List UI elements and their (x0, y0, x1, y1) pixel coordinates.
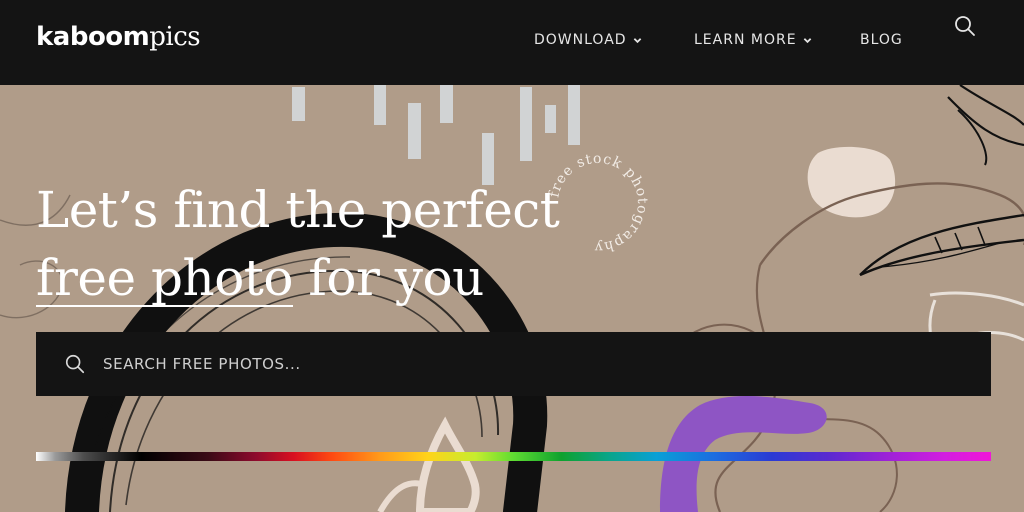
logo-bold-text: kaboom (36, 22, 150, 52)
search-icon (65, 354, 85, 374)
headline-rest: for you (293, 249, 484, 307)
nav-download-label: DOWNLOAD (534, 32, 627, 48)
headline-line-1: Let’s find the perfect (36, 181, 560, 239)
logo-thin-text: pics (149, 22, 201, 52)
nav-learn-more[interactable]: LEARN MORE (694, 32, 812, 48)
nav-learn-more-label: LEARN MORE (694, 32, 797, 48)
nav-blog[interactable]: BLOG (860, 32, 903, 48)
kaboompics-logo[interactable]: kaboompics (36, 22, 201, 52)
top-navbar: kaboompics DOWNLOAD LEARN MORE BLOG (0, 0, 1024, 85)
color-filter-bar[interactable] (36, 452, 991, 461)
chevron-down-icon (803, 37, 811, 43)
search-icon[interactable] (953, 14, 977, 38)
nav-blog-label: BLOG (860, 32, 903, 48)
nav-download[interactable]: DOWNLOAD (534, 32, 642, 48)
headline-line-2: free photo for you (36, 244, 559, 312)
badge-text: free stock photography (546, 151, 650, 255)
chevron-down-icon (633, 37, 641, 43)
search-placeholder: SEARCH FREE PHOTOS... (103, 355, 301, 373)
headline-underlined: free photo (36, 249, 294, 307)
search-bar[interactable]: SEARCH FREE PHOTOS... (36, 332, 991, 396)
hero-headline: Let’s find the perfect free photo for yo… (36, 176, 560, 312)
